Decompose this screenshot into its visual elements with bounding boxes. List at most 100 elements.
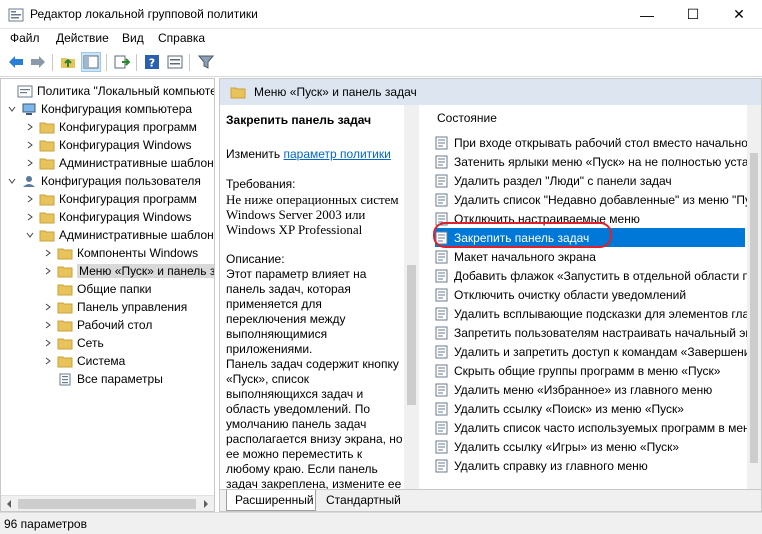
tree-scroll-thumb[interactable]	[18, 499, 196, 509]
tree-horizontal-scrollbar[interactable]	[1, 495, 214, 511]
back-button[interactable]	[6, 52, 26, 72]
group-policy-app-icon	[8, 8, 24, 22]
show-hide-tree-button[interactable]	[81, 52, 101, 72]
policy-setting-row[interactable]: Макет начального экрана	[435, 247, 745, 266]
policy-setting-row[interactable]: Удалить всплывающие подсказки для элемен…	[435, 304, 761, 323]
policy-setting-icon	[435, 421, 448, 434]
policy-setting-icon	[435, 307, 448, 320]
scroll-right-icon[interactable]	[202, 500, 210, 508]
close-button[interactable]: ✕	[716, 0, 762, 29]
chevron-right-icon[interactable]	[25, 194, 35, 204]
policy-setting-row[interactable]: Удалить и запретить доступ к командам «З…	[435, 342, 761, 361]
tree-item-start-menu-taskbar[interactable]: Меню «Пуск» и панель задач	[43, 262, 214, 280]
policy-setting-label: Затенить ярлыки меню «Пуск» на не полнос…	[454, 154, 761, 169]
policy-setting-row[interactable]: Отключить очистку области уведомлений	[435, 285, 745, 304]
edit-policy-link[interactable]: параметр политики	[283, 147, 390, 161]
tree-item-network[interactable]: Сеть	[43, 334, 104, 352]
list-scroll-thumb[interactable]	[750, 153, 758, 463]
tab-extended[interactable]: Расширенный	[226, 490, 316, 511]
chevron-right-icon[interactable]	[43, 320, 53, 330]
chevron-down-icon[interactable]	[7, 104, 17, 114]
toolbar: ?	[0, 48, 762, 77]
folder-icon	[39, 122, 55, 133]
folder-open-icon	[230, 87, 246, 98]
policy-setting-row[interactable]: Затенить ярлыки меню «Пуск» на не полнос…	[435, 152, 761, 171]
tree-item-comp-windows-settings[interactable]: Конфигурация Windows	[25, 136, 192, 154]
description-scrollbar[interactable]	[404, 105, 419, 489]
filter-icon	[198, 55, 214, 69]
description-scroll-thumb[interactable]	[407, 265, 416, 405]
tree-item-user-admin-templates[interactable]: Административные шаблоны	[25, 226, 214, 244]
menu-view[interactable]: Вид	[122, 31, 144, 45]
column-header-state[interactable]: Состояние	[437, 111, 497, 125]
tree-item-computer-config[interactable]: Конфигурация компьютера	[7, 100, 192, 118]
policy-setting-icon	[435, 326, 448, 339]
tree-item-windows-components[interactable]: Компоненты Windows	[43, 244, 198, 262]
chevron-right-icon[interactable]	[43, 248, 53, 258]
chevron-down-icon[interactable]	[7, 176, 17, 186]
tree-item-comp-software-settings[interactable]: Конфигурация программ	[25, 118, 197, 136]
list-vertical-scrollbar[interactable]	[747, 105, 761, 489]
policy-setting-row[interactable]: Скрыть общие группы программ в меню «Пус…	[435, 361, 745, 380]
chevron-right-icon[interactable]	[25, 140, 35, 150]
export-list-button[interactable]	[112, 52, 132, 72]
policy-setting-label: Удалить меню «Избранное» из главного мен…	[454, 382, 713, 397]
chevron-right-icon[interactable]	[43, 266, 53, 276]
chevron-right-icon[interactable]	[43, 302, 53, 312]
scroll-left-icon[interactable]	[5, 500, 13, 508]
maximize-button[interactable]: ☐	[670, 0, 716, 29]
policy-setting-icon	[435, 136, 448, 149]
chevron-down-icon[interactable]	[25, 230, 35, 240]
tree-item-desktop[interactable]: Рабочий стол	[43, 316, 152, 334]
menu-help[interactable]: Справка	[158, 31, 205, 45]
description-paragraph-2: Панель задач содержит кнопку «Пуск», спи…	[226, 357, 403, 489]
tab-standard[interactable]: Стандартный	[318, 490, 404, 511]
tree-item-all-settings[interactable]: Все параметры	[57, 370, 163, 388]
export-list-icon	[114, 55, 130, 69]
tree-item-system[interactable]: Система	[43, 352, 125, 370]
folder-icon	[39, 140, 55, 151]
policy-setting-row[interactable]: Удалить раздел "Люди" с панели задач	[435, 171, 745, 190]
svg-text:?: ?	[149, 57, 155, 70]
policy-setting-icon	[435, 402, 448, 415]
user-icon	[23, 175, 35, 187]
chevron-right-icon[interactable]	[25, 212, 35, 222]
tree-item-user-software-settings[interactable]: Конфигурация программ	[25, 190, 197, 208]
details-pane: Меню «Пуск» и панель задач Закрепить пан…	[219, 78, 762, 512]
minimize-button[interactable]: —	[624, 0, 670, 29]
policy-setting-row[interactable]: Удалить список "Недавно добавленные" из …	[435, 190, 761, 209]
tree-item-control-panel[interactable]: Панель управления	[43, 298, 187, 316]
help-button[interactable]: ?	[142, 52, 162, 72]
forward-button[interactable]	[28, 52, 48, 72]
policy-setting-row[interactable]: Закрепить панель задач	[435, 228, 745, 247]
tree-item-local-policy[interactable]: Политика "Локальный компьютер"	[3, 82, 214, 100]
tree-item-shared-folders[interactable]: Общие папки	[57, 280, 151, 298]
policy-setting-row[interactable]: При входе открывать рабочий стол вместо …	[435, 133, 761, 152]
policy-setting-label: При входе открывать рабочий стол вместо …	[454, 135, 761, 150]
console-view-icon	[167, 55, 183, 69]
tree-item-comp-admin-templates[interactable]: Административные шаблоны	[25, 154, 214, 172]
policy-setting-icon	[435, 459, 448, 472]
policy-setting-row[interactable]: Добавить флажок «Запустить в отдельной о…	[435, 266, 761, 285]
menu-file[interactable]: Файл	[10, 31, 40, 45]
policy-setting-row[interactable]: Удалить список часто используемых програ…	[435, 418, 761, 437]
policy-setting-row[interactable]: Отключить настраиваемые меню	[435, 209, 745, 228]
policy-setting-row[interactable]: Удалить ссылку «Игры» из меню «Пуск»	[435, 437, 745, 456]
chevron-right-icon[interactable]	[25, 122, 35, 132]
chevron-right-icon[interactable]	[25, 158, 35, 168]
menu-action[interactable]: Действие	[56, 31, 109, 45]
console-view-button[interactable]	[165, 52, 185, 72]
folder-icon	[57, 302, 73, 313]
filter-button[interactable]	[196, 52, 216, 72]
status-bar: 96 параметров	[0, 512, 762, 534]
policy-setting-row[interactable]: Удалить ссылку «Поиск» из меню «Пуск»	[435, 399, 745, 418]
folder-icon	[57, 338, 73, 349]
tree-item-user-windows-settings[interactable]: Конфигурация Windows	[25, 208, 192, 226]
policy-setting-row[interactable]: Удалить справку из главного меню	[435, 456, 745, 475]
policy-setting-row[interactable]: Запретить пользователям настраивать нача…	[435, 323, 761, 342]
tree-item-user-config[interactable]: Конфигурация пользователя	[7, 172, 201, 190]
chevron-right-icon[interactable]	[43, 356, 53, 366]
up-button[interactable]	[58, 52, 78, 72]
policy-setting-row[interactable]: Удалить меню «Избранное» из главного мен…	[435, 380, 745, 399]
chevron-right-icon[interactable]	[43, 338, 53, 348]
